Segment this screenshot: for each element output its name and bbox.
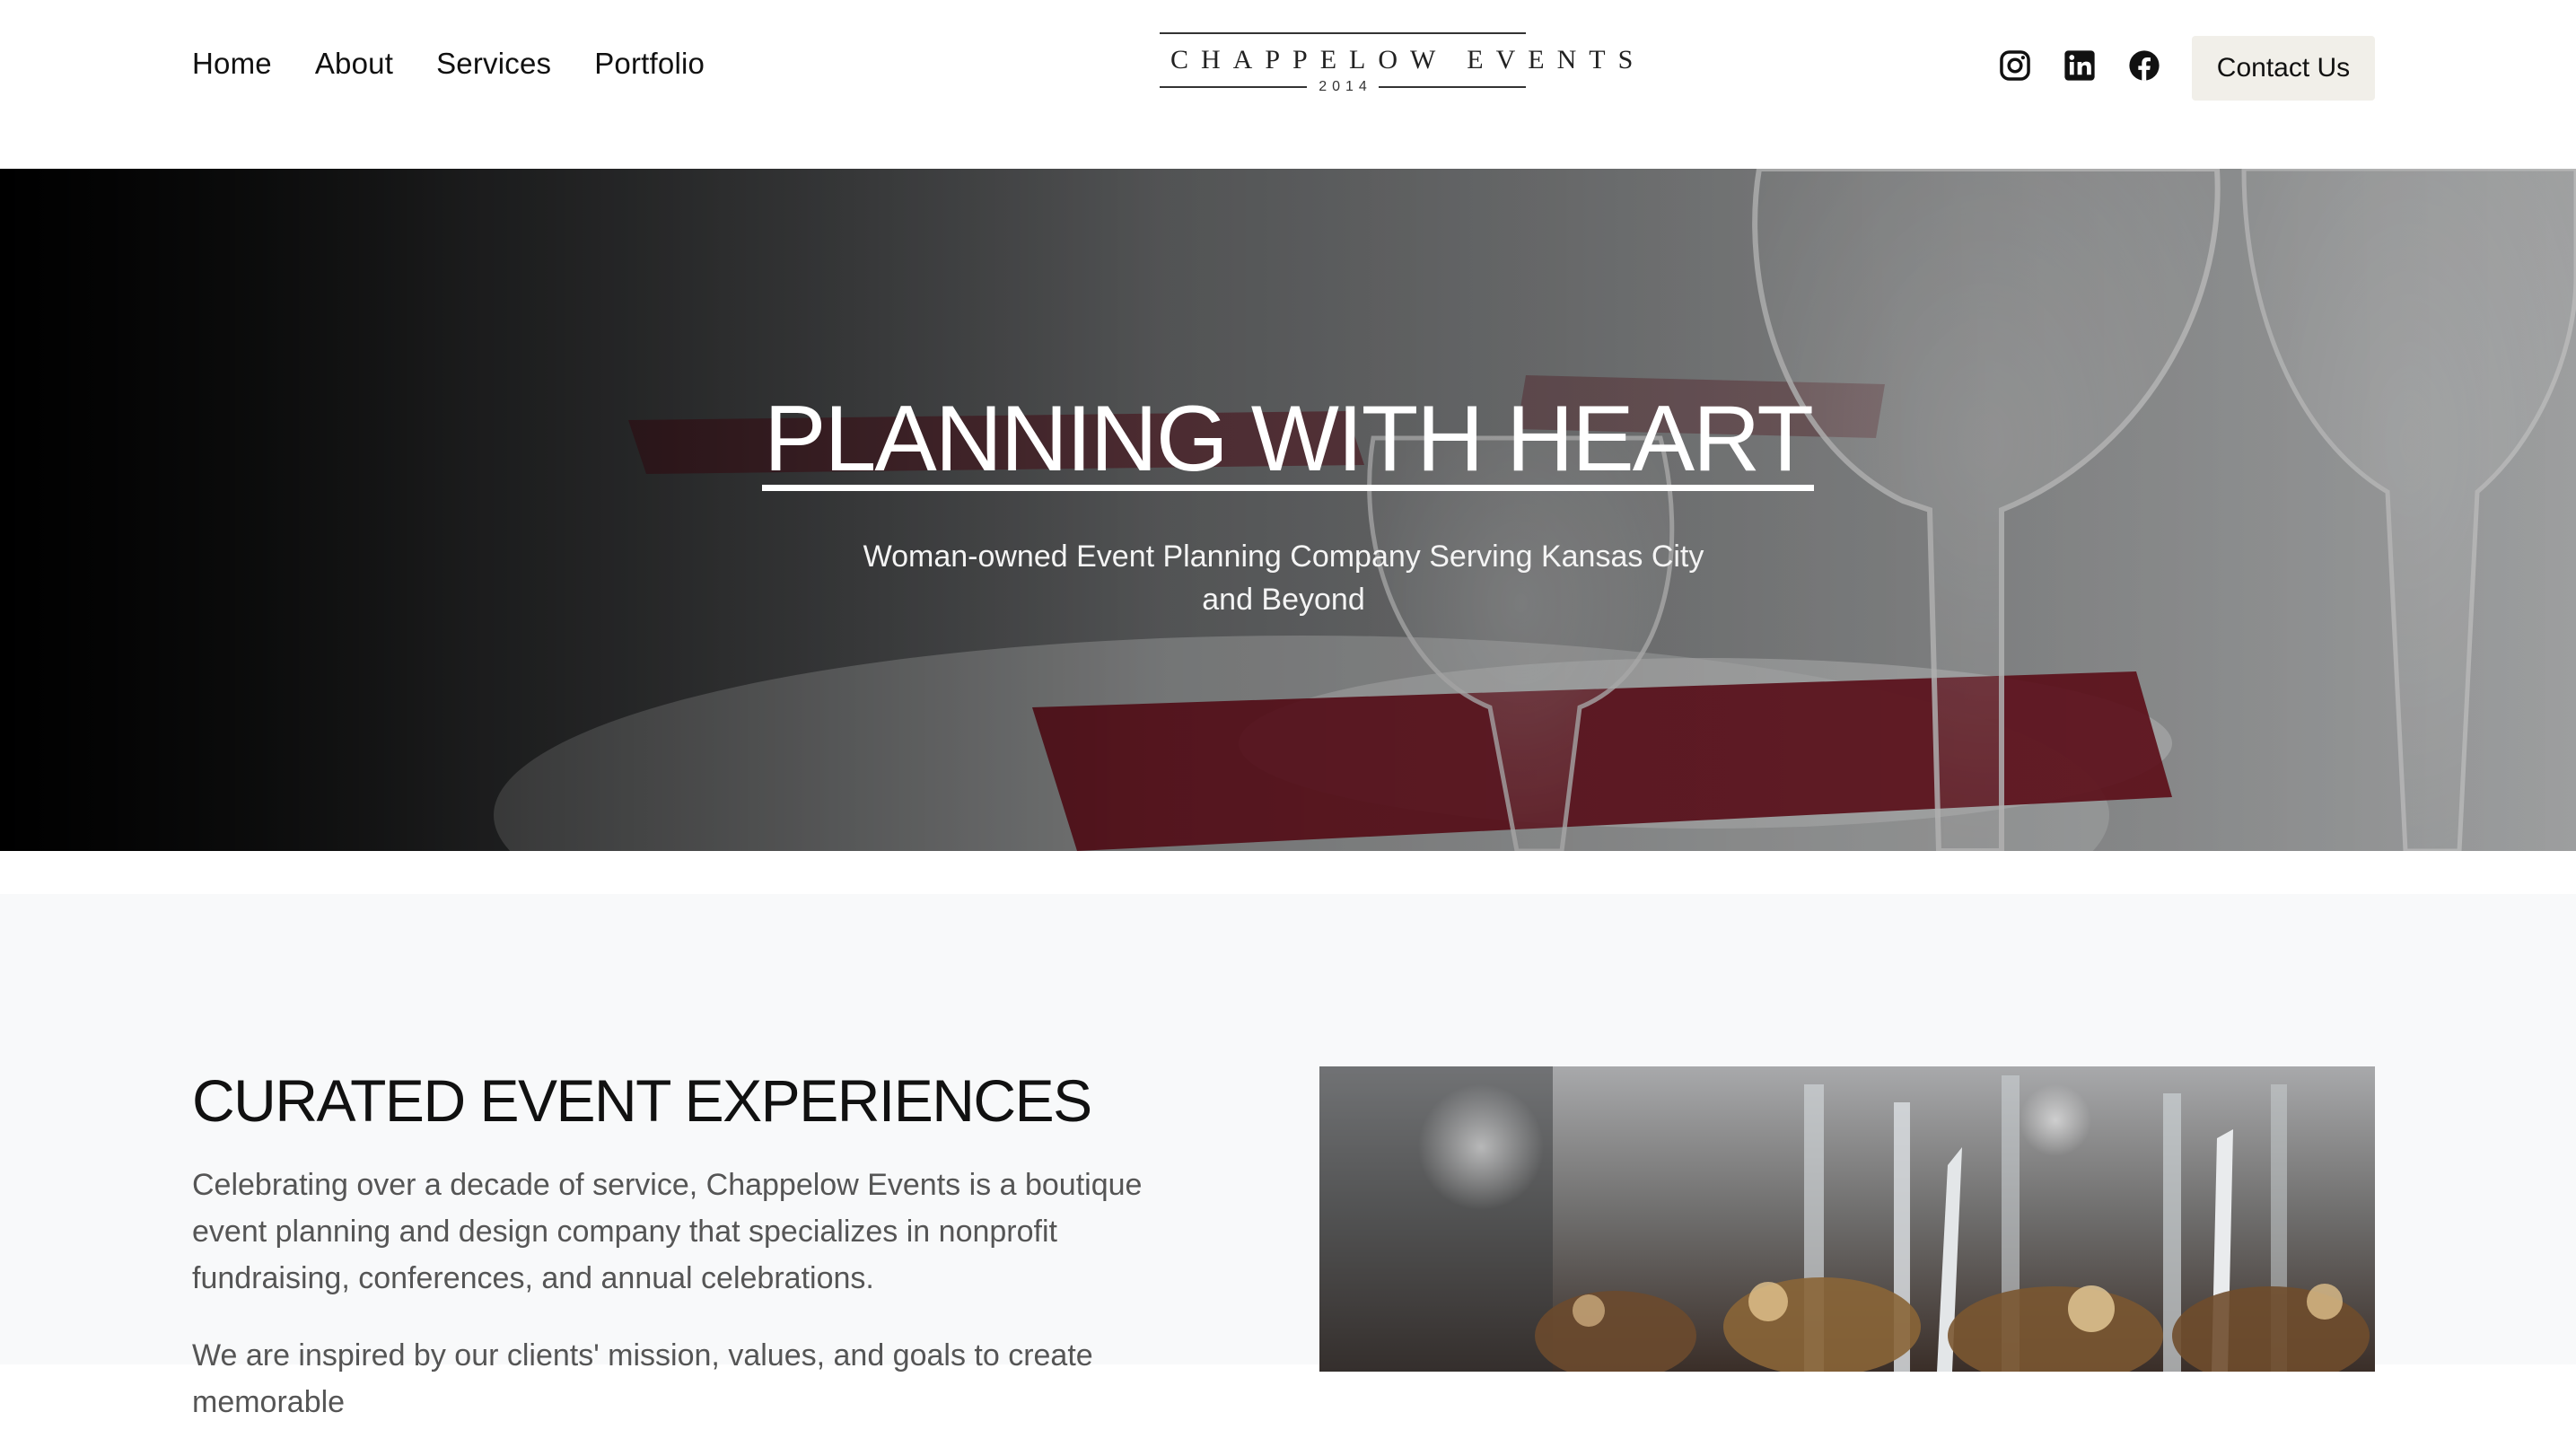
logo-rule-right [1379,86,1526,88]
logo-top-rule [1160,32,1526,34]
section-title: CURATED EVENT EXPERIENCES [192,1067,1092,1134]
main-nav: Home About Services Portfolio [192,47,705,81]
nav-services-link[interactable]: Services [436,47,551,81]
curated-experiences-section: CURATED EVENT EXPERIENCES Celebrating ov… [0,894,2576,1419]
section-photo [1319,1066,2375,1372]
section-paragraph-2: We are inspired by our clients' mission,… [192,1338,1093,1419]
instagram-icon[interactable] [1998,48,2032,83]
brand-logo[interactable]: CHAPPELOW EVENTS 2014 [1158,31,1646,102]
hero-background-image [0,169,2576,851]
section-body: Celebrating over a decade of service, Ch… [192,1162,1188,1456]
section-paragraph-1: Celebrating over a decade of service, Ch… [192,1168,1143,1295]
hero-subtitle: Woman-owned Event Planning Company Servi… [863,539,1704,617]
social-links [1998,48,2161,83]
facebook-icon[interactable] [2127,48,2161,83]
site-header: Home About Services Portfolio CHAPPELOW … [0,0,2576,169]
hero-title[interactable]: PLANNING WITH HEART [762,392,1814,491]
hero-banner: PLANNING WITH HEART Woman-owned Event Pl… [0,169,2576,851]
linkedin-icon[interactable] [2063,48,2097,83]
nav-home-link[interactable]: Home [192,47,272,81]
nav-about-link[interactable]: About [315,47,393,81]
nav-portfolio-link[interactable]: Portfolio [594,47,705,81]
contact-us-button[interactable]: Contact Us [2192,36,2375,101]
dessert-skewers-image [1319,1066,2375,1372]
logo-wordmark: CHAPPELOW EVENTS [1170,45,1646,75]
